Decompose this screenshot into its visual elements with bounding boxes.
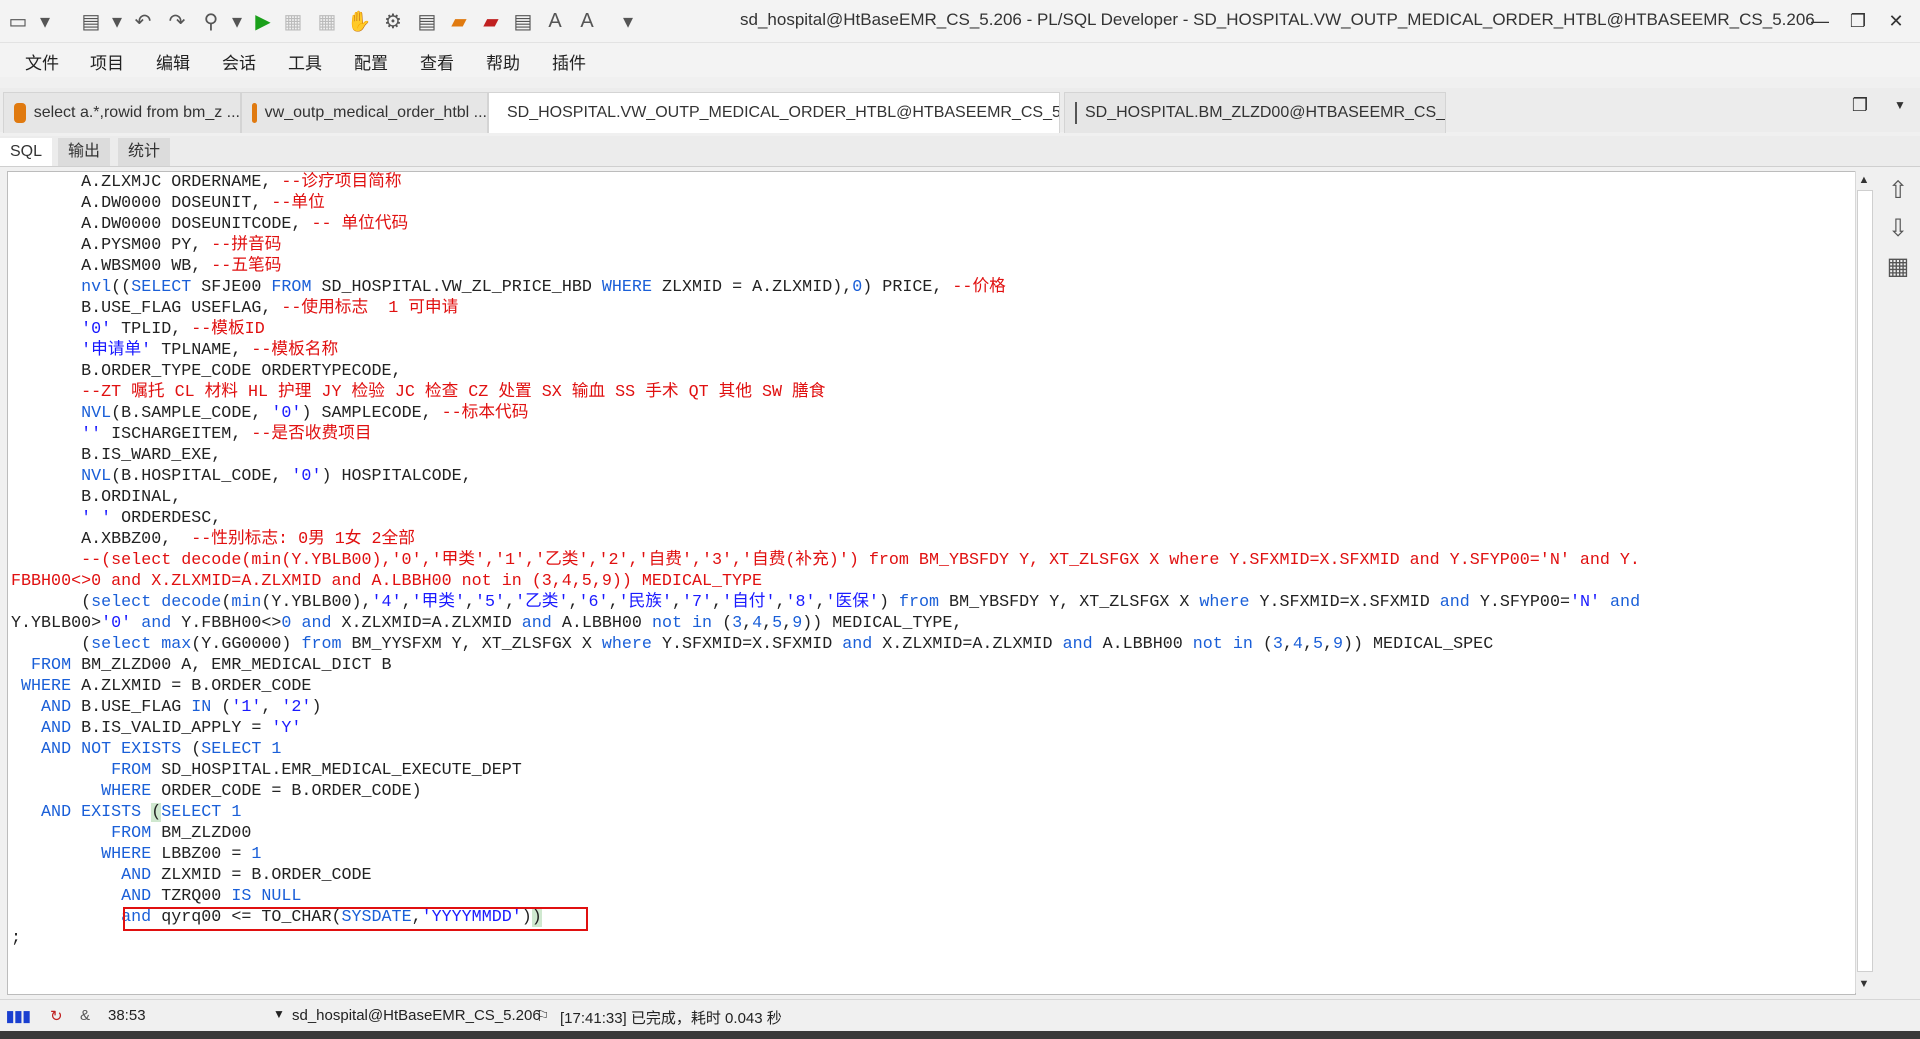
window-title: sd_hospital@HtBaseEMR_CS_5.206 - PL/SQL … <box>740 10 1815 29</box>
font-icon[interactable]: A <box>542 8 568 34</box>
move-up-icon[interactable]: ⇧ <box>1883 175 1913 205</box>
menu-help[interactable]: 帮助 <box>486 49 520 74</box>
commit-icon[interactable]: ▦ <box>280 8 306 34</box>
more-icon[interactable]: ▾ <box>615 8 641 34</box>
sql-file-icon <box>252 103 257 123</box>
dropdown-arrow-icon[interactable]: ▾ <box>104 8 130 34</box>
tab-label: SD_HOSPITAL.VW_OUTP_MEDICAL_ORDER_HTBL@H… <box>507 104 1060 121</box>
scroll-down-icon[interactable]: ▼ <box>1855 975 1873 993</box>
sql-editor[interactable]: A.ZLXMJC ORDERNAME, --诊疗项目简称 A.DW0000 DO… <box>7 171 1856 995</box>
move-down-icon[interactable]: ⇩ <box>1883 213 1913 243</box>
connection-name[interactable]: sd_hospital@HtBaseEMR_CS_5.206 <box>292 1007 541 1024</box>
db-icon[interactable]: ▰ <box>446 8 472 34</box>
editor-side-toolbar: ⇧ ⇩ ▦ <box>1880 171 1920 993</box>
sql-file-icon <box>14 103 26 123</box>
status-bar: ▮▮▮ ↻ & 38:53 ▼ sd_hospital@HtBaseEMR_CS… <box>0 999 1920 1032</box>
connection-dropdown-icon[interactable]: ▼ <box>273 1007 285 1021</box>
menu-project[interactable]: 项目 <box>90 49 124 74</box>
break-icon[interactable]: ✋ <box>346 8 372 34</box>
menu-bar: 文件 项目 编辑 会话 工具 配置 查看 帮助 插件 <box>0 43 1920 77</box>
menu-tools[interactable]: 工具 <box>288 49 322 74</box>
sql-code: A.ZLXMJC ORDERNAME, --诊疗项目简称 A.DW0000 DO… <box>11 173 1641 948</box>
menu-plugins[interactable]: 插件 <box>552 49 586 74</box>
cursor-position: 38:53 <box>108 1007 146 1024</box>
dropdown-arrow-icon[interactable]: ▾ <box>224 8 250 34</box>
ampersand-icon[interactable]: & <box>80 1007 90 1024</box>
sub-tab-bar: SQL 输出 统计 <box>0 136 1920 167</box>
font-size-icon[interactable]: A <box>574 8 600 34</box>
dropdown-arrow-icon[interactable]: ▾ <box>32 8 58 34</box>
tab-sql[interactable]: SQL <box>0 138 53 166</box>
menu-file[interactable]: 文件 <box>25 49 59 74</box>
document-tab-bar: select a.*,rowid from bm_z ... vw_outp_m… <box>0 88 1920 133</box>
window-list-icon[interactable]: ❐ <box>1840 90 1880 120</box>
scrollbar-thumb[interactable] <box>1857 190 1873 972</box>
connections-icon[interactable]: ▮▮▮ <box>6 1007 31 1025</box>
report-icon[interactable]: ▤ <box>414 8 440 34</box>
tab-sql-window-1[interactable]: select a.*,rowid from bm_z ... <box>3 92 241 133</box>
refresh-icon[interactable]: ↻ <box>50 1007 63 1025</box>
find-icon[interactable]: ⚲ <box>198 8 224 34</box>
explain-icon[interactable]: ⚙ <box>380 8 406 34</box>
tab-menu-icon[interactable]: ▼ <box>1880 90 1920 120</box>
tab-sql-window-2[interactable]: vw_outp_medical_order_htbl ... <box>241 92 488 133</box>
tab-view-definition[interactable]: SD_HOSPITAL.VW_OUTP_MEDICAL_ORDER_HTBL@H… <box>488 92 1060 133</box>
table-icon[interactable]: ▦ <box>1883 251 1913 281</box>
new-window-icon[interactable]: ▭ <box>5 8 31 34</box>
print-icon[interactable]: ▰ <box>478 8 504 34</box>
tab-label: SD_HOSPITAL.BM_ZLZD00@HTBASEEMR_CS_5.206 <box>1085 104 1446 121</box>
menu-config[interactable]: 配置 <box>354 49 388 74</box>
close-button[interactable]: ✕ <box>1876 6 1916 36</box>
minimize-button[interactable]: — <box>1800 6 1840 36</box>
taskbar-strip <box>0 1031 1920 1039</box>
highlight-annotation-box <box>123 907 588 931</box>
rollback-icon[interactable]: ▦ <box>314 8 340 34</box>
open-folder-icon[interactable]: ▤ <box>78 8 104 34</box>
tab-output[interactable]: 输出 <box>58 138 111 166</box>
tab-statistics[interactable]: 统计 <box>118 138 171 166</box>
tab-table-data[interactable]: SD_HOSPITAL.BM_ZLZD00@HTBASEEMR_CS_5.206 <box>1064 92 1446 133</box>
title-bar: ▭ ▾ ▤ ▾ ↶ ↷ ⚲ ▾ ▶ ▦ ▦ ✋ ⚙ ▤ ▰ ▰ ▤ A A ▾ … <box>0 0 1920 43</box>
tab-label: vw_outp_medical_order_htbl ... <box>264 104 487 121</box>
pin-icon: ⚐ <box>536 1008 550 1025</box>
scroll-up-icon[interactable]: ▲ <box>1855 171 1873 189</box>
menu-session[interactable]: 会话 <box>222 49 256 74</box>
maximize-button[interactable]: ❐ <box>1838 6 1878 36</box>
undo-icon[interactable]: ↶ <box>130 8 156 34</box>
list-icon[interactable]: ▤ <box>510 8 536 34</box>
redo-icon[interactable]: ↷ <box>164 8 190 34</box>
table-grid-icon <box>1075 102 1077 124</box>
menu-view[interactable]: 查看 <box>420 49 454 74</box>
menu-edit[interactable]: 编辑 <box>156 49 190 74</box>
execute-icon[interactable]: ▶ <box>250 8 276 34</box>
status-message: [17:41:33] 已完成，耗时 0.043 秒 <box>560 1010 782 1027</box>
tab-label: select a.*,rowid from bm_z ... <box>33 104 240 121</box>
